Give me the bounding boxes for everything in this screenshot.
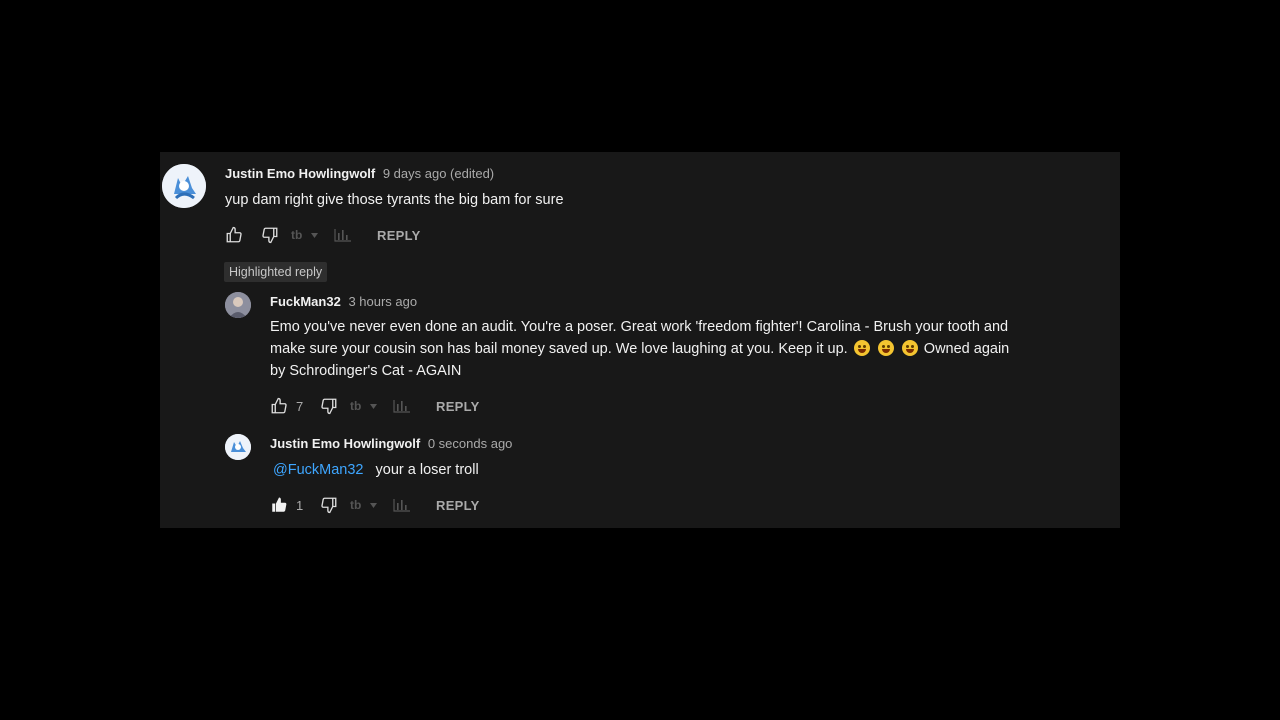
dislike-button[interactable]	[261, 226, 279, 244]
reply-text-segment: your a loser troll	[375, 462, 479, 478]
wolf-avatar-icon	[162, 164, 206, 208]
like-count: 7	[296, 398, 304, 414]
rofl-emoji-icon	[853, 340, 870, 356]
reply-actions: 7 tb REPLY	[270, 396, 480, 416]
bar-chart-icon	[393, 499, 410, 512]
reply-text-line: Emo you've never even done an audit. You…	[270, 319, 1009, 335]
mention-link[interactable]: @FuckMan32	[273, 462, 363, 478]
avatar[interactable]	[225, 292, 251, 318]
bar-chart-icon	[393, 400, 410, 413]
reply-header: FuckMan32 3 hours ago	[270, 294, 417, 309]
thumbs-down-icon	[262, 227, 278, 244]
reply-button[interactable]: REPLY	[436, 399, 480, 414]
translate-icon: tb	[350, 498, 377, 512]
stats-button[interactable]	[392, 398, 412, 414]
stats-button[interactable]	[333, 227, 353, 243]
user-avatar-icon	[225, 292, 251, 318]
reply-button[interactable]: REPLY	[436, 498, 480, 513]
highlighted-reply-badge: Highlighted reply	[224, 262, 328, 282]
translate-button[interactable]: tb	[350, 399, 378, 413]
like-button[interactable]	[225, 226, 243, 244]
thumbs-down-icon	[321, 497, 337, 514]
translate-button[interactable]: tb	[350, 498, 378, 512]
bar-chart-icon	[334, 229, 351, 242]
thumbs-up-filled-icon	[272, 497, 287, 512]
translate-icon: tb	[350, 399, 377, 413]
translate-icon: tb	[291, 228, 318, 242]
dislike-button[interactable]	[320, 496, 338, 514]
timestamp[interactable]: 3 hours ago	[348, 294, 417, 309]
laughing-emoji-icon	[877, 340, 894, 356]
stats-button[interactable]	[392, 497, 412, 513]
timestamp[interactable]: 9 days ago (edited)	[383, 166, 494, 181]
svg-text:tb: tb	[350, 498, 361, 512]
reply-actions: 1 tb REPLY	[270, 495, 480, 515]
dislike-button[interactable]	[320, 397, 338, 415]
reply-button[interactable]: REPLY	[377, 228, 421, 243]
translate-button[interactable]: tb	[291, 228, 319, 242]
comments-panel: Justin Emo Howlingwolf 9 days ago (edite…	[160, 152, 1120, 528]
reply-text-line: by Schrodinger's Cat - AGAIN	[270, 363, 462, 379]
reply-text-line: make sure your cousin son has bail money…	[270, 338, 1090, 360]
reply-item: FuckMan32 3 hours ago Emo you've never e…	[160, 282, 1120, 417]
like-count: 1	[296, 497, 304, 513]
author-name[interactable]: Justin Emo Howlingwolf	[270, 436, 420, 451]
thumbs-up-icon	[226, 226, 242, 243]
comment-header: Justin Emo Howlingwolf 9 days ago (edite…	[225, 166, 494, 181]
author-name[interactable]: Justin Emo Howlingwolf	[225, 166, 375, 181]
comment-text: yup dam right give those tyrants the big…	[225, 192, 564, 208]
reply-text-segment: Owned again	[923, 341, 1010, 357]
comment-thread: Justin Emo Howlingwolf 9 days ago (edite…	[160, 152, 1120, 252]
comment-actions: tb REPLY	[225, 225, 421, 245]
svg-text:tb: tb	[350, 399, 361, 413]
like-button-active[interactable]	[270, 496, 288, 514]
avatar[interactable]	[225, 434, 251, 460]
author-name[interactable]: FuckMan32	[270, 294, 341, 309]
timestamp[interactable]: 0 seconds ago	[428, 436, 513, 451]
grinning-emoji-icon	[901, 340, 918, 356]
reply-text: Emo you've never even done an audit. You…	[270, 316, 1090, 382]
thumbs-up-icon	[271, 397, 287, 414]
reply-item: Justin Emo Howlingwolf 0 seconds ago @Fu…	[160, 424, 1120, 524]
reply-header: Justin Emo Howlingwolf 0 seconds ago	[270, 436, 512, 451]
avatar[interactable]	[162, 164, 206, 208]
svg-text:tb: tb	[291, 228, 302, 242]
thumbs-down-icon	[321, 398, 337, 415]
reply-text: @FuckMan32 your a loser troll	[273, 459, 479, 481]
wolf-avatar-icon	[225, 434, 251, 460]
like-button[interactable]	[270, 397, 288, 415]
reply-text-segment: make sure your cousin son has bail money…	[270, 341, 848, 357]
